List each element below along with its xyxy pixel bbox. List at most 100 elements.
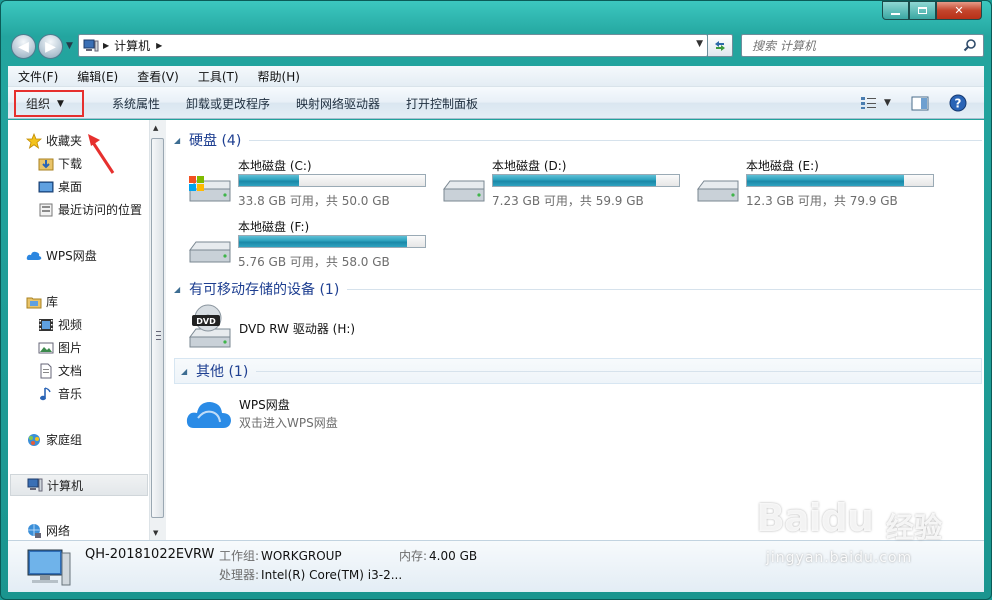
processor-label: 处理器:: [219, 568, 260, 582]
dvd-drive-h[interactable]: DVD DVD RW 驱动器 (H:): [186, 303, 426, 351]
group-divider: [347, 288, 982, 290]
drive-name: 本地磁盘 (C:): [238, 159, 312, 173]
maximize-button[interactable]: [909, 1, 936, 20]
refresh-button[interactable]: [708, 34, 733, 57]
menu-edit[interactable]: 编辑(E): [67, 68, 127, 85]
drive-usage-fill: [239, 236, 407, 247]
nav-network[interactable]: 网络: [26, 522, 70, 539]
nav-desktop-label: 桌面: [58, 180, 83, 194]
menu-file[interactable]: 文件(F): [8, 68, 67, 85]
open-control-panel-button[interactable]: 打开控制面板: [393, 95, 491, 112]
organize-label: 组织: [26, 97, 51, 111]
nav-music[interactable]: 音乐: [38, 385, 82, 402]
preview-pane-icon[interactable]: [911, 96, 929, 111]
organize-button[interactable]: 组织 ▼: [14, 90, 84, 117]
nav-libraries-label: 库: [46, 295, 59, 309]
breadcrumb-chevron-icon[interactable]: ▶: [156, 41, 162, 50]
computer-icon: [27, 549, 71, 586]
collapse-triangle-icon[interactable]: ◢: [174, 136, 182, 145]
address-bar[interactable]: ▶ 计算机 ▶ ▼: [78, 34, 708, 57]
search-icon[interactable]: [963, 38, 977, 52]
drive-free-space: 33.8 GB 可用，共 50.0 GB: [238, 194, 390, 208]
change-view-icon[interactable]: [860, 96, 878, 110]
hard-drive-icon: [189, 241, 231, 263]
menu-tools[interactable]: 工具(T): [188, 68, 248, 85]
system-properties-button[interactable]: 系统属性: [99, 95, 173, 112]
drive-c[interactable]: 本地磁盘 (C:) 33.8 GB 可用，共 50.0 GB: [186, 157, 436, 213]
search-box[interactable]: [741, 34, 984, 57]
nav-videos-label: 视频: [58, 318, 83, 332]
menu-view[interactable]: 查看(V): [127, 68, 188, 85]
nav-computer[interactable]: 计算机: [10, 474, 148, 496]
search-input[interactable]: [750, 37, 964, 54]
drive-name: 本地磁盘 (F:): [238, 220, 310, 234]
nav-favorites-label: 收藏夹: [46, 134, 83, 148]
computer-icon: [83, 39, 99, 52]
drive-free-space: 12.3 GB 可用，共 79.9 GB: [746, 194, 898, 208]
workgroup-value: WORKGROUP: [261, 549, 342, 563]
close-icon: ✕: [954, 4, 964, 17]
menu-bar: 文件(F) 编辑(E) 查看(V) 工具(T) 帮助(H): [8, 66, 984, 87]
view-options-chevron-icon[interactable]: ▼: [884, 98, 891, 108]
collapse-triangle-icon[interactable]: ◢: [181, 367, 189, 376]
group-other[interactable]: ◢ 其他 (1): [174, 358, 982, 384]
drive-usage-bar: [492, 174, 680, 187]
minimize-button[interactable]: [882, 1, 909, 20]
address-dropdown-icon[interactable]: ▼: [696, 39, 703, 49]
nav-recent-places[interactable]: 最近访问的位置: [38, 201, 142, 218]
drive-d[interactable]: 本地磁盘 (D:) 7.23 GB 可用，共 59.9 GB: [440, 157, 690, 213]
group-divider: [256, 370, 981, 372]
help-icon[interactable]: ?: [949, 94, 967, 112]
nav-favorites[interactable]: 收藏夹: [26, 132, 82, 149]
map-network-drive-button[interactable]: 映射网络驱动器: [283, 95, 393, 112]
back-button[interactable]: ◀: [11, 34, 36, 59]
breadcrumb-chevron-icon[interactable]: ▶: [103, 41, 109, 50]
svg-text:?: ?: [954, 97, 961, 111]
scroll-down-arrow-icon[interactable]: ▼: [153, 529, 158, 537]
computer-name: QH-20181022EVRW: [85, 547, 215, 562]
scrollbar-grip-icon: [156, 331, 161, 340]
group-divider: [249, 139, 982, 141]
menu-help[interactable]: 帮助(H): [248, 68, 309, 85]
group-removable-storage[interactable]: ◢ 有可移动存储的设备 (1): [174, 279, 982, 299]
wps-cloud-name: WPS网盘: [239, 398, 290, 412]
drive-e[interactable]: 本地磁盘 (E:) 12.3 GB 可用，共 79.9 GB: [694, 157, 944, 213]
collapse-triangle-icon[interactable]: ◢: [174, 285, 182, 294]
nav-pane-scrollbar[interactable]: ▲ ▼: [149, 120, 166, 540]
scrollbar-thumb[interactable]: [151, 138, 164, 518]
close-button[interactable]: ✕: [936, 1, 982, 20]
music-note-icon: [38, 386, 54, 402]
nav-homegroup[interactable]: 家庭组: [26, 431, 82, 448]
nav-network-label: 网络: [46, 524, 71, 538]
nav-desktop[interactable]: 桌面: [38, 178, 82, 195]
nav-downloads-label: 下载: [58, 157, 83, 171]
nav-recent-places-label: 最近访问的位置: [58, 203, 143, 217]
recent-pages-dropdown[interactable]: ▼: [66, 41, 74, 53]
uninstall-programs-button[interactable]: 卸载或更改程序: [173, 95, 283, 112]
drive-usage-bar: [746, 174, 934, 187]
drive-usage-fill: [239, 175, 300, 186]
breadcrumb-computer[interactable]: 计算机: [114, 37, 150, 54]
maximize-icon: [918, 7, 927, 14]
drive-f[interactable]: 本地磁盘 (F:) 5.76 GB 可用，共 58.0 GB: [186, 218, 436, 274]
wps-cloud-item[interactable]: WPS网盘 双击进入WPS网盘: [186, 390, 446, 434]
nav-pictures[interactable]: 图片: [38, 339, 82, 356]
group-hard-disks[interactable]: ◢ 硬盘 (4): [174, 130, 982, 150]
homegroup-icon: [26, 432, 42, 448]
drive-usage-bar: [238, 174, 426, 187]
nav-documents[interactable]: 文档: [38, 362, 82, 379]
wps-cloud-icon: [26, 248, 42, 264]
dvd-drive-icon: DVD: [189, 304, 231, 348]
nav-libraries[interactable]: 库: [26, 293, 58, 310]
navigation-pane: 收藏夹 下载 桌面 最近访问的位置 WPS网盘 库 视频 图片 文档 音乐 家庭…: [8, 120, 166, 540]
nav-documents-label: 文档: [58, 364, 83, 378]
forward-button[interactable]: ▶: [38, 34, 63, 59]
nav-downloads[interactable]: 下载: [38, 155, 82, 172]
nav-videos[interactable]: 视频: [38, 316, 82, 333]
group-other-title: 其他 (1): [196, 364, 249, 380]
processor-value: Intel(R) Core(TM) i3-2...: [261, 568, 403, 582]
drive-name: 本地磁盘 (E:): [746, 159, 819, 173]
nav-wps-cloud[interactable]: WPS网盘: [26, 247, 97, 264]
drive-usage-fill: [747, 175, 905, 186]
scroll-up-arrow-icon[interactable]: ▲: [153, 124, 158, 132]
